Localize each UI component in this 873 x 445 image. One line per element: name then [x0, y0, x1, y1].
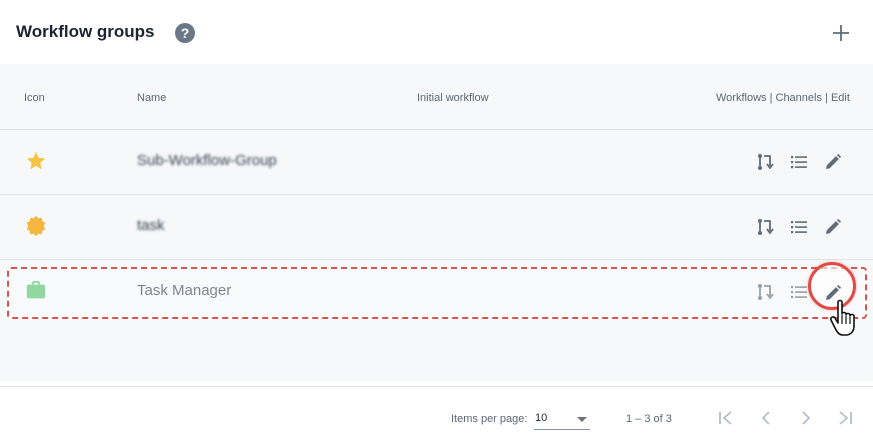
workflows-icon[interactable] [755, 152, 775, 172]
last-page-icon[interactable] [834, 407, 856, 429]
page-title: Workflow groups [16, 22, 155, 41]
channels-list-icon[interactable] [789, 152, 809, 172]
workflows-icon[interactable] [755, 217, 775, 237]
next-page-icon[interactable] [795, 407, 817, 429]
column-header-actions: Workflows | Channels | Edit [716, 92, 850, 104]
svg-text:?: ? [181, 25, 190, 41]
workflow-groups-table: Icon Name Initial workflow Workflows | C… [0, 64, 873, 430]
hand-pointer-icon [830, 299, 855, 336]
items-per-page-select[interactable]: 10 [534, 407, 590, 430]
table-row[interactable]: task [0, 194, 873, 259]
prev-page-icon[interactable] [755, 407, 777, 429]
column-header-initial-workflow[interactable]: Initial workflow [417, 92, 489, 104]
column-header-name[interactable]: Name [137, 92, 166, 104]
plus-icon[interactable] [830, 22, 852, 44]
page-header: Workflow groups ? [0, 0, 873, 64]
badge-icon [26, 215, 46, 237]
column-header-icon: Icon [24, 92, 45, 104]
group-name: Sub-Workflow-Group [137, 152, 277, 169]
edit-pencil-icon[interactable] [823, 152, 843, 172]
star-icon [26, 151, 46, 170]
edit-pencil-icon[interactable] [823, 217, 843, 237]
chevron-down-icon [577, 417, 587, 422]
table-paginator: Items per page: 10 1 – 3 of 3 [0, 386, 873, 445]
row-highlight-overlay [7, 267, 867, 319]
help-circle-icon[interactable]: ? [175, 23, 195, 43]
channels-list-icon[interactable] [789, 217, 809, 237]
first-page-icon[interactable] [715, 407, 737, 429]
items-per-page-value: 10 [535, 412, 548, 424]
items-per-page-label: Items per page: [451, 413, 528, 425]
table-row[interactable]: Sub-Workflow-Group [0, 129, 873, 194]
page-range-label: 1 – 3 of 3 [626, 413, 672, 425]
group-name: task [137, 217, 165, 234]
